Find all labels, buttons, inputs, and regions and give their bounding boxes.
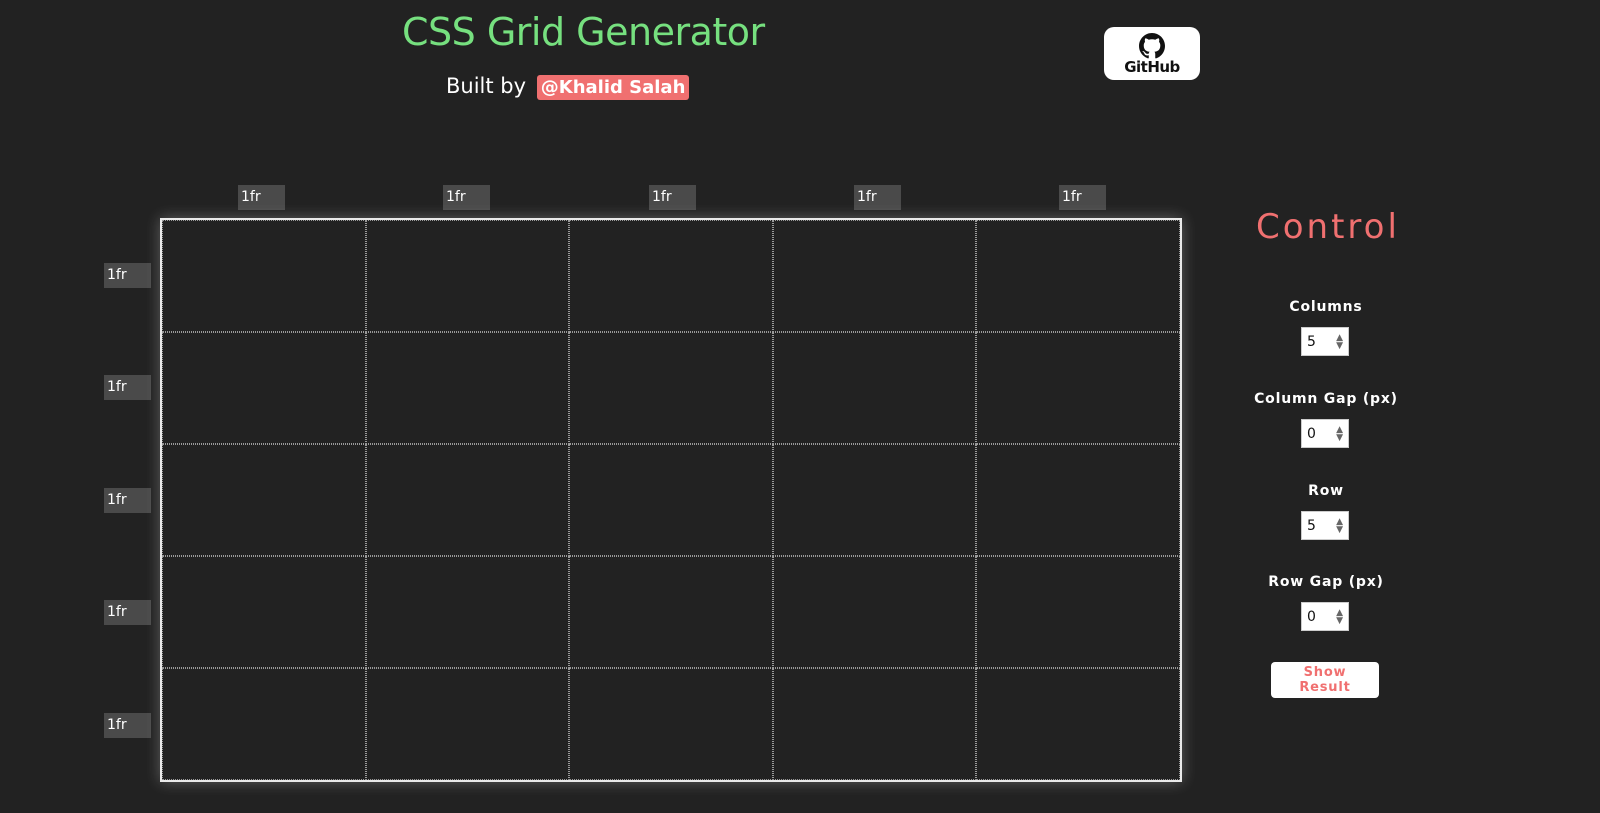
grid-cell[interactable] — [365, 332, 570, 444]
built-by-line: Built by @Khalid Salah — [446, 74, 690, 100]
grid-cell[interactable] — [365, 556, 570, 668]
column-size-3[interactable]: 1fr — [649, 185, 696, 210]
column-gap-value: 0 — [1307, 425, 1316, 442]
row-size-3[interactable]: 1fr — [104, 488, 151, 513]
column-size-5[interactable]: 1fr — [1059, 185, 1106, 210]
grid-cell[interactable] — [772, 332, 977, 444]
grid-cell[interactable] — [976, 668, 1180, 780]
spinner-icon[interactable]: ▲ ▼ — [1336, 333, 1343, 350]
github-label: GitHub — [1124, 57, 1180, 76]
column-size-2[interactable]: 1fr — [443, 185, 490, 210]
row-value: 5 — [1307, 517, 1316, 534]
grid-cell[interactable] — [162, 220, 366, 332]
spinner-icon[interactable]: ▲ ▼ — [1336, 517, 1343, 534]
grid-cell[interactable] — [569, 556, 773, 668]
show-result-button[interactable]: Show Result — [1271, 662, 1379, 698]
grid-cell[interactable] — [569, 668, 773, 780]
row-size-4[interactable]: 1fr — [104, 600, 151, 625]
column-gap-input[interactable]: 0 ▲ ▼ — [1301, 419, 1349, 448]
grid-cell[interactable] — [976, 332, 1180, 444]
grid-cell[interactable] — [569, 332, 773, 444]
grid-cell[interactable] — [569, 444, 773, 556]
row-input[interactable]: 5 ▲ ▼ — [1301, 511, 1349, 540]
column-size-4[interactable]: 1fr — [854, 185, 901, 210]
spinner-icon[interactable]: ▲ ▼ — [1336, 425, 1343, 442]
row-gap-input[interactable]: 0 ▲ ▼ — [1301, 602, 1349, 631]
row-size-5[interactable]: 1fr — [104, 713, 151, 738]
grid-cell[interactable] — [162, 444, 366, 556]
grid-cell[interactable] — [365, 668, 570, 780]
grid-cell[interactable] — [365, 220, 570, 332]
grid-cell[interactable] — [772, 668, 977, 780]
column-size-1[interactable]: 1fr — [238, 185, 285, 210]
grid-cell[interactable] — [365, 444, 570, 556]
built-by-label: Built by — [446, 74, 527, 98]
grid-cell[interactable] — [772, 556, 977, 668]
columns-input[interactable]: 5 ▲ ▼ — [1301, 327, 1349, 356]
grid-cell[interactable] — [976, 444, 1180, 556]
row-size-2[interactable]: 1fr — [104, 375, 151, 400]
row-label: Row — [1308, 483, 1344, 499]
grid-cell[interactable] — [162, 332, 366, 444]
row-size-1[interactable]: 1fr — [104, 263, 151, 288]
grid-cell[interactable] — [162, 668, 366, 780]
spinner-icon[interactable]: ▲ ▼ — [1336, 608, 1343, 625]
grid-cell[interactable] — [772, 220, 977, 332]
columns-value: 5 — [1307, 333, 1316, 350]
columns-label: Columns — [1289, 299, 1363, 315]
grid-cell[interactable] — [569, 220, 773, 332]
grid-cell[interactable] — [162, 556, 366, 668]
grid-canvas[interactable] — [160, 218, 1182, 782]
row-gap-value: 0 — [1307, 608, 1316, 625]
github-button[interactable]: GitHub — [1104, 27, 1200, 80]
row-gap-label: Row Gap (px) — [1268, 574, 1384, 590]
control-title: Control — [1256, 207, 1400, 247]
grid-cell[interactable] — [976, 556, 1180, 668]
column-gap-label: Column Gap (px) — [1254, 391, 1398, 407]
grid-cell[interactable] — [976, 220, 1180, 332]
grid-cell[interactable] — [772, 444, 977, 556]
author-link[interactable]: @Khalid Salah — [536, 75, 690, 100]
page-title: CSS Grid Generator — [402, 10, 765, 54]
github-icon — [1139, 32, 1165, 58]
